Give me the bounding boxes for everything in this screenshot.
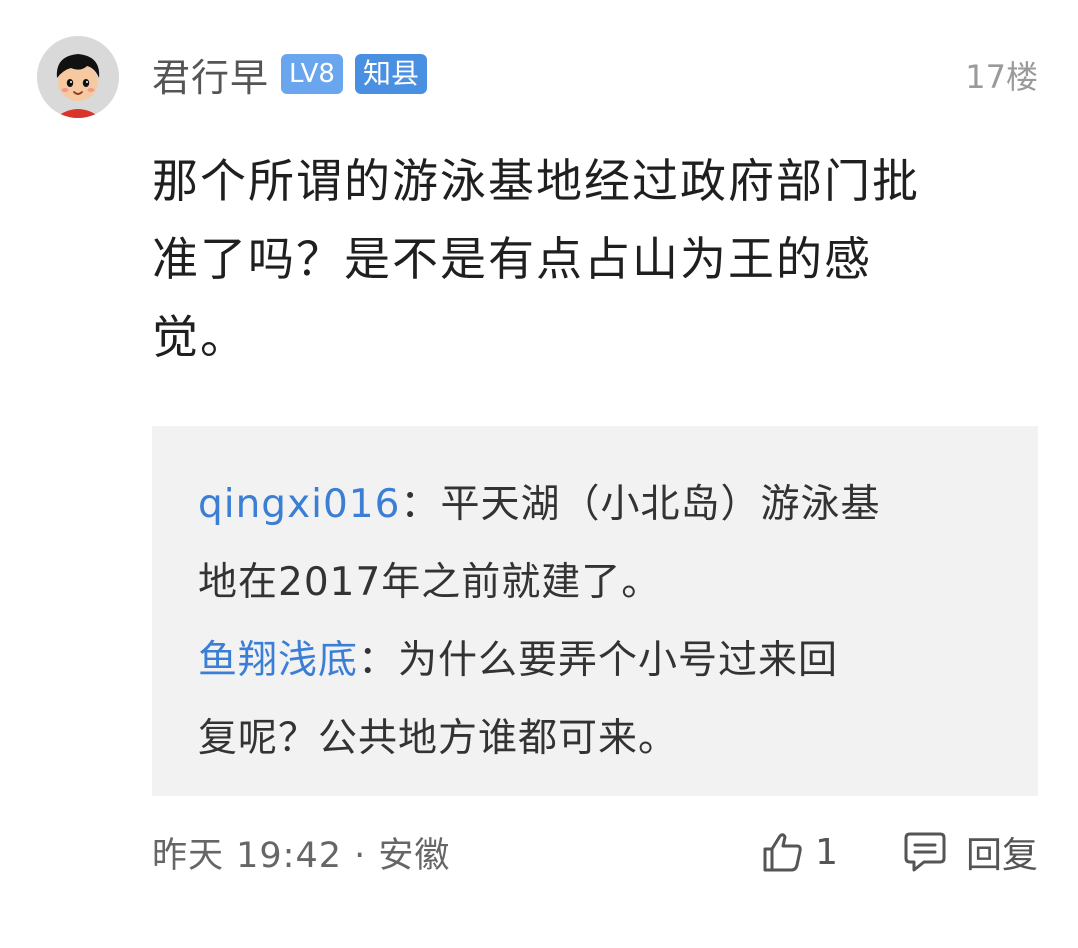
sub-reply[interactable]: qingxi016：平天湖（小北岛）游泳基 地在2017年之前就建了。 <box>198 466 994 622</box>
sub-reply-line: qingxi016：平天湖（小北岛）游泳基 <box>198 466 994 544</box>
sub-reply-text: 平天湖（小北岛）游泳基 <box>440 482 881 527</box>
cartoon-boy-avatar-icon <box>37 36 119 118</box>
comment-post: 君行早 LV8 知县 17楼 那个所谓的游泳基地经过政府部门批 准了吗？是不是有… <box>0 0 1078 948</box>
level-badge: LV8 <box>281 54 343 94</box>
sub-reply-separator: ： <box>358 638 399 683</box>
content-line: 觉。 <box>152 310 248 364</box>
sub-reply[interactable]: 鱼翔浅底：为什么要弄个小号过来回 复呢？公共地方谁都可来。 <box>198 622 994 778</box>
sub-reply-line: 鱼翔浅底：为什么要弄个小号过来回 <box>198 622 994 700</box>
post-meta: 昨天 19:42 · 安徽 <box>152 835 451 876</box>
floor-number: 17楼 <box>965 58 1038 96</box>
like-button[interactable]: 1 <box>761 830 838 874</box>
content-line: 那个所谓的游泳基地经过政府部门批 <box>152 154 920 208</box>
title-badge: 知县 <box>354 54 427 94</box>
sub-reply-text: 为什么要弄个小号过来回 <box>398 638 839 683</box>
sub-reply-author[interactable]: 鱼翔浅底 <box>198 638 358 683</box>
comment-icon <box>904 832 946 872</box>
post-content: 那个所谓的游泳基地经过政府部门批 准了吗？是不是有点占山为王的感 觉。 <box>152 142 1032 376</box>
thumbs-up-icon <box>763 833 802 872</box>
post-header: 君行早 LV8 知县 <box>152 48 427 100</box>
like-count: 1 <box>815 831 838 873</box>
sub-reply-text: 地在2017年之前就建了。 <box>198 560 662 605</box>
username[interactable]: 君行早 <box>152 47 269 102</box>
avatar[interactable] <box>37 36 119 118</box>
post-actions: 1 回复 <box>761 826 1038 878</box>
reply-label: 回复 <box>965 835 1038 876</box>
sub-reply-author[interactable]: qingxi016 <box>198 482 400 527</box>
sub-reply-separator: ： <box>400 482 441 527</box>
sub-reply-text: 复呢？公共地方谁都可来。 <box>198 716 679 761</box>
reply-button[interactable]: 回复 <box>902 826 1038 878</box>
sub-replies[interactable]: qingxi016：平天湖（小北岛）游泳基 地在2017年之前就建了。 鱼翔浅底… <box>152 426 1038 796</box>
post-footer: 昨天 19:42 · 安徽 1 回复 <box>152 826 1038 878</box>
content-line: 准了吗？是不是有点占山为王的感 <box>152 232 872 286</box>
